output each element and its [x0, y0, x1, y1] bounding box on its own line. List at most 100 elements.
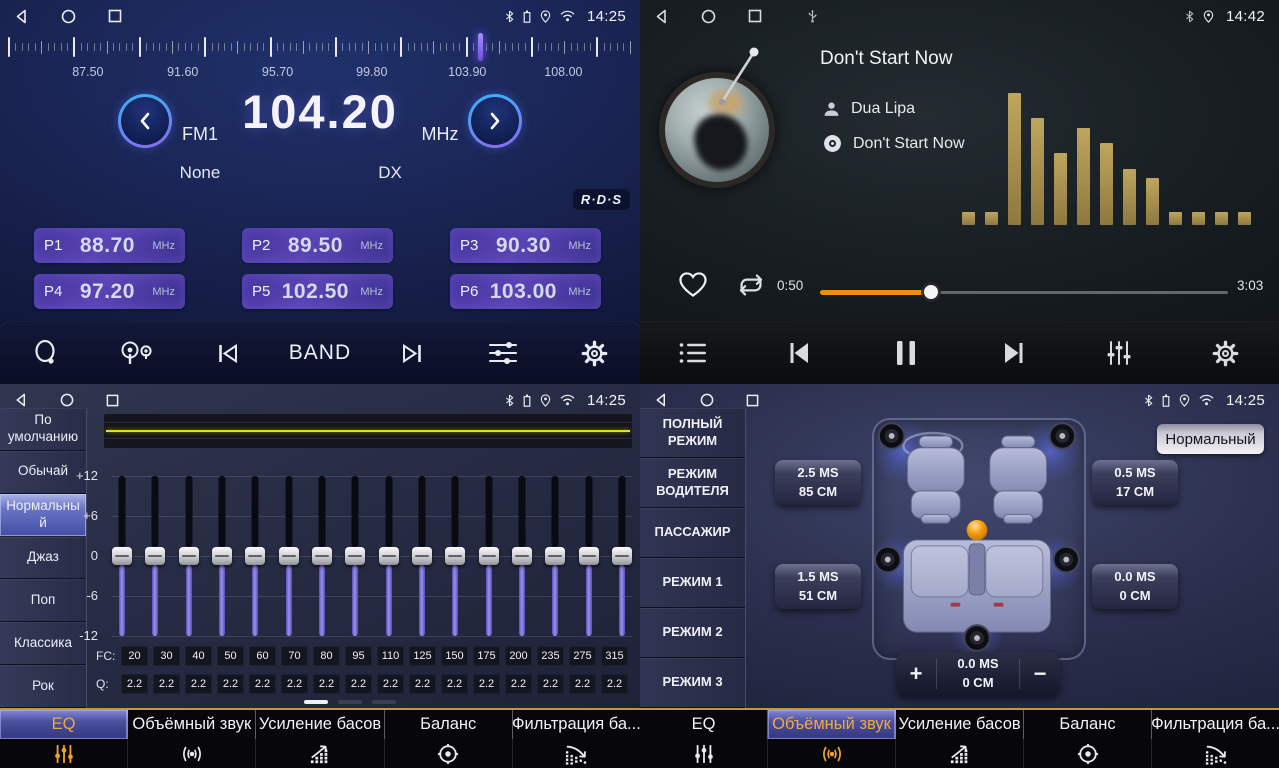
eq-band-slider[interactable] — [612, 476, 632, 636]
nav-home-icon[interactable] — [61, 9, 76, 24]
tab-eq-sliders[interactable]: EQ — [0, 710, 128, 739]
tab-surround[interactable]: Объёмный звук — [128, 710, 256, 739]
eq-sliders-icon[interactable] — [640, 739, 768, 768]
fc-value[interactable]: 125 — [409, 646, 436, 666]
eq-band-slider[interactable] — [112, 476, 132, 636]
fc-value[interactable]: 60 — [249, 646, 276, 666]
mode-item[interactable]: РЕЖИМ 1 — [640, 558, 745, 608]
eq-band-slider[interactable] — [579, 476, 599, 636]
q-value[interactable]: 2.2 — [473, 674, 500, 694]
q-value[interactable]: 2.2 — [249, 674, 276, 694]
fc-value[interactable]: 40 — [185, 646, 212, 666]
eq-band-slider[interactable] — [479, 476, 499, 636]
nav-home-icon[interactable] — [701, 9, 716, 24]
fc-value[interactable]: 150 — [441, 646, 468, 666]
nav-back-icon[interactable] — [14, 9, 29, 24]
q-value[interactable]: 2.2 — [377, 674, 404, 694]
delay-rear-right-button[interactable]: 0.0 MS 0 CM — [1092, 564, 1178, 609]
tab-bass-filter[interactable]: Фильтрация ба... — [513, 710, 640, 739]
tab-surround[interactable]: Объёмный звук — [768, 710, 896, 739]
nav-recents-icon[interactable] — [106, 394, 119, 407]
tab-bass-boost[interactable]: Усиление басов — [896, 710, 1024, 739]
band-button[interactable]: BAND — [274, 322, 365, 384]
nav-back-icon[interactable] — [654, 9, 669, 24]
q-value[interactable]: 2.2 — [569, 674, 596, 694]
playlist-button[interactable] — [640, 322, 747, 384]
bass-filter-icon[interactable] — [1152, 739, 1279, 768]
next-station-button[interactable] — [366, 322, 457, 384]
q-value[interactable]: 2.2 — [345, 674, 372, 694]
fc-value[interactable]: 315 — [601, 646, 628, 666]
nav-back-icon[interactable] — [14, 393, 28, 407]
preset-button-P5[interactable]: P5102.50MHz — [242, 274, 393, 309]
nav-recents-icon[interactable] — [108, 9, 122, 23]
progress-bar[interactable] — [820, 283, 1228, 301]
nav-recents-icon[interactable] — [746, 394, 759, 407]
bass-boost-icon[interactable] — [256, 739, 384, 768]
bass-boost-icon[interactable] — [896, 739, 1024, 768]
repeat-button[interactable] — [734, 270, 768, 300]
tab-balance[interactable]: Баланс — [1024, 710, 1152, 739]
tab-eq-sliders[interactable]: EQ — [640, 710, 768, 739]
q-value[interactable]: 2.2 — [121, 674, 148, 694]
q-value[interactable]: 2.2 — [601, 674, 628, 694]
balance-icon[interactable] — [385, 739, 513, 768]
nav-back-icon[interactable] — [654, 393, 668, 407]
mode-item[interactable]: ПОЛНЫЙ РЕЖИМ — [640, 408, 745, 458]
settings-button[interactable] — [1173, 322, 1279, 384]
q-value[interactable]: 2.2 — [281, 674, 308, 694]
mode-item[interactable]: РЕЖИМ 2 — [640, 608, 745, 658]
frequency-dial[interactable]: 87.5091.6095.7099.80103.90108.00 — [8, 34, 632, 86]
eq-band-slider[interactable] — [345, 476, 365, 636]
eq-band-slider[interactable] — [179, 476, 199, 636]
eq-band-slider[interactable] — [245, 476, 265, 636]
fc-value[interactable]: 200 — [505, 646, 532, 666]
mode-item[interactable]: ПАССАЖИР — [640, 508, 745, 558]
delay-front-right-button[interactable]: 0.5 MS 17 CM — [1092, 460, 1178, 505]
eq-band-slider[interactable] — [279, 476, 299, 636]
pause-button[interactable] — [853, 322, 960, 384]
fc-value[interactable]: 95 — [345, 646, 372, 666]
eq-band-slider[interactable] — [145, 476, 165, 636]
mode-item[interactable]: РЕЖИМ 3 — [640, 658, 745, 708]
next-track-button[interactable] — [960, 322, 1067, 384]
fc-value[interactable]: 20 — [121, 646, 148, 666]
preset-button-P2[interactable]: P289.50MHz — [242, 228, 393, 263]
decrease-delay-button[interactable]: − — [1020, 652, 1060, 696]
prev-track-button[interactable] — [747, 322, 854, 384]
preset-button-P3[interactable]: P390.30MHz — [450, 228, 601, 263]
surround-preset-button[interactable]: Нормальный — [1157, 424, 1264, 454]
fc-value[interactable]: 70 — [281, 646, 308, 666]
q-value[interactable]: 2.2 — [409, 674, 436, 694]
tab-bass-filter[interactable]: Фильтрация ба... — [1152, 710, 1279, 739]
scan-button[interactable] — [0, 322, 91, 384]
fc-value[interactable]: 235 — [537, 646, 564, 666]
eq-band-slider[interactable] — [412, 476, 432, 636]
surround-icon[interactable] — [128, 739, 256, 768]
preset-button-P4[interactable]: P497.20MHz — [34, 274, 185, 309]
equalizer-button[interactable] — [1066, 322, 1173, 384]
q-value[interactable]: 2.2 — [185, 674, 212, 694]
fc-value[interactable]: 50 — [217, 646, 244, 666]
delay-rear-left-button[interactable]: 1.5 MS 51 CM — [775, 564, 861, 609]
favorite-button[interactable] — [676, 268, 710, 300]
preset-button-P6[interactable]: P6103.00MHz — [450, 274, 601, 309]
q-value[interactable]: 2.2 — [505, 674, 532, 694]
eq-band-slider[interactable] — [512, 476, 532, 636]
q-value[interactable]: 2.2 — [217, 674, 244, 694]
q-value[interactable]: 2.2 — [153, 674, 180, 694]
progress-knob[interactable] — [924, 285, 938, 299]
fc-value[interactable]: 175 — [473, 646, 500, 666]
bass-filter-icon[interactable] — [513, 739, 640, 768]
fc-value[interactable]: 80 — [313, 646, 340, 666]
broadcast-button[interactable] — [91, 322, 182, 384]
eq-band-slider[interactable] — [312, 476, 332, 636]
q-value[interactable]: 2.2 — [313, 674, 340, 694]
seek-up-button[interactable] — [468, 94, 522, 148]
eq-band-slider[interactable] — [445, 476, 465, 636]
q-value[interactable]: 2.2 — [441, 674, 468, 694]
increase-delay-button[interactable]: + — [896, 652, 936, 696]
fc-value[interactable]: 275 — [569, 646, 596, 666]
tab-balance[interactable]: Баланс — [385, 710, 513, 739]
nav-home-icon[interactable] — [700, 393, 714, 407]
